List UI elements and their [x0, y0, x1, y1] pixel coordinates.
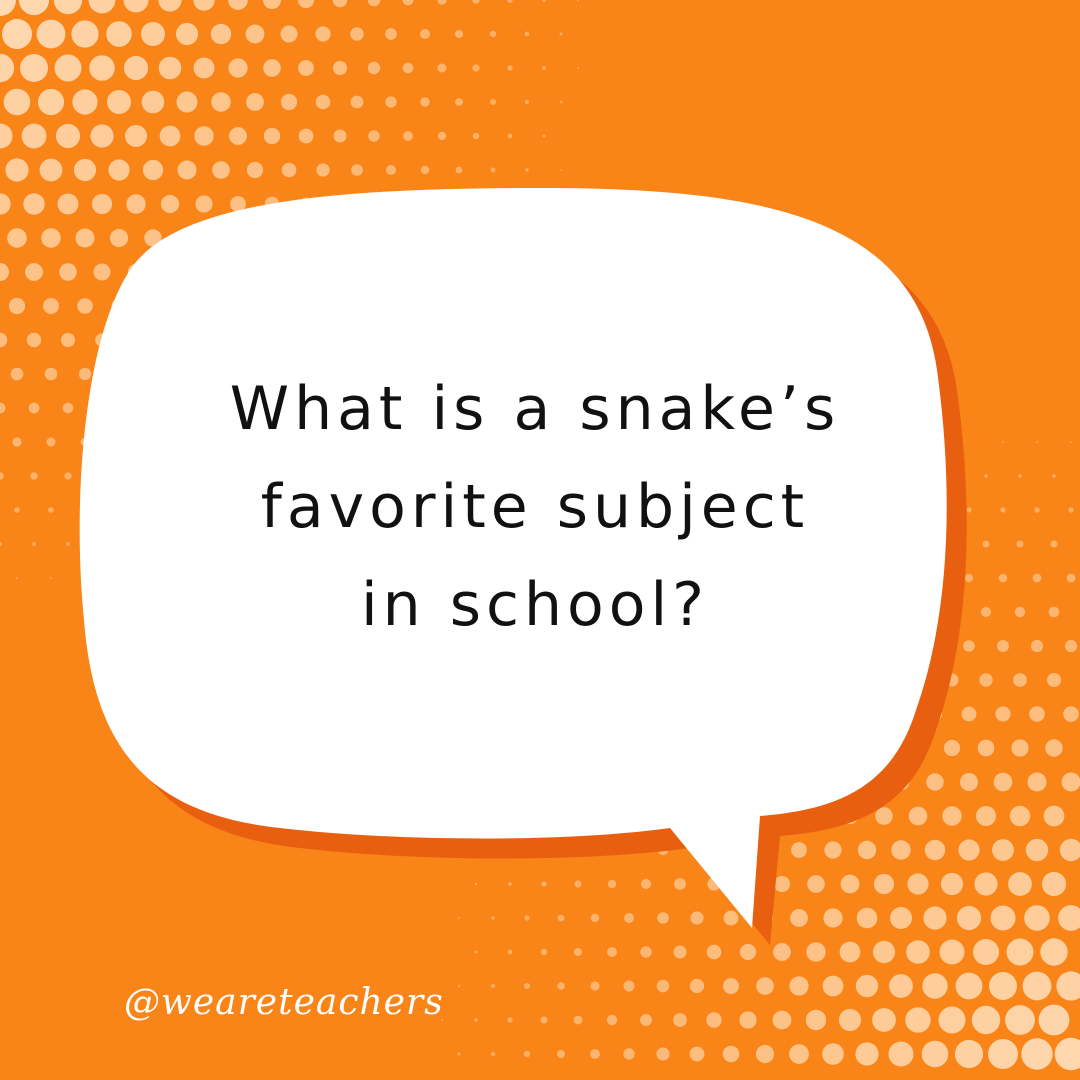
- joke-question: What is a snake’s favorite subject in sc…: [140, 360, 930, 654]
- question-line-3: in school?: [361, 570, 709, 640]
- question-line-2: favorite subject: [260, 472, 810, 542]
- question-line-1: What is a snake’s: [229, 374, 841, 444]
- brand-handle: @weareteachers: [124, 982, 444, 1023]
- joke-card: What is a snake’s favorite subject in sc…: [0, 0, 1080, 1080]
